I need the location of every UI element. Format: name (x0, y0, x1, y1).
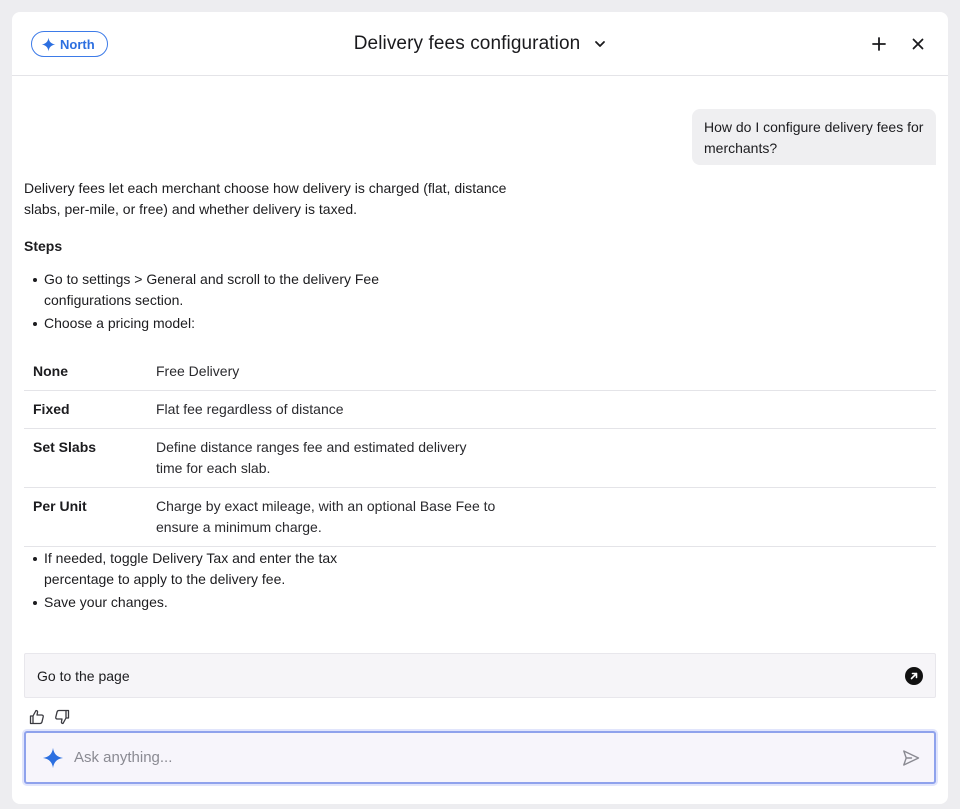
close-button[interactable] (908, 34, 928, 54)
assistant-intro-text: Delivery fees let each merchant choose h… (24, 180, 507, 217)
step-item: Save your changes. (32, 592, 392, 613)
assistant-panel: North Delivery fees configuration How do… (12, 12, 948, 804)
pricing-model-description: Flat fee regardless of distance (156, 401, 344, 417)
pricing-model-description: Charge by exact mileage, with an optiona… (156, 498, 496, 535)
brand-button[interactable]: North (31, 31, 108, 57)
step-item: Go to settings > General and scroll to t… (32, 269, 432, 311)
go-to-page-label: Go to the page (37, 667, 130, 684)
pricing-model-name: None (33, 363, 68, 379)
pricing-model-name: Set Slabs (33, 439, 97, 455)
thumbs-down-button[interactable] (54, 709, 70, 725)
ask-input[interactable] (74, 749, 900, 766)
pricing-model-description: Define distance ranges fee and estimated… (156, 439, 467, 476)
go-to-page-link[interactable]: Go to the page (24, 653, 936, 698)
conversation-title-dropdown[interactable]: Delivery fees configuration (354, 33, 607, 55)
plus-icon (872, 37, 886, 51)
send-button[interactable] (900, 747, 922, 769)
feedback-controls (29, 709, 70, 725)
step-item: If needed, toggle Delivery Tax and enter… (32, 548, 392, 590)
sparkle-icon (42, 747, 64, 768)
panel-header: North Delivery fees configuration (12, 12, 948, 76)
steps-list-after: If needed, toggle Delivery Tax and enter… (32, 548, 392, 615)
steps-heading: Steps (24, 238, 63, 254)
step-item: Choose a pricing model: (32, 313, 432, 334)
thumbs-up-icon (29, 709, 44, 725)
brand-label: North (60, 36, 95, 52)
close-icon (912, 38, 924, 50)
sparkle-icon (41, 37, 56, 51)
pricing-model-description: Free Delivery (156, 363, 240, 379)
thumbs-down-icon (55, 709, 70, 725)
conversation-title: Delivery fees configuration (353, 33, 581, 54)
table-row: None Free Delivery (24, 353, 936, 391)
pricing-model-name: Fixed (33, 401, 70, 417)
chevron-down-icon (595, 41, 606, 47)
table-row: Fixed Flat fee regardless of distance (24, 391, 936, 429)
pricing-model-name: Per Unit (33, 498, 87, 514)
thumbs-up-button[interactable] (29, 709, 45, 725)
table-row: Per Unit Charge by exact mileage, with a… (24, 488, 936, 547)
composer (24, 731, 936, 784)
table-row: Set Slabs Define distance ranges fee and… (24, 429, 936, 488)
pricing-model-table: None Free Delivery Fixed Flat fee regard… (24, 353, 936, 547)
new-chat-button[interactable] (869, 34, 889, 54)
title-area: Delivery fees configuration (12, 12, 948, 76)
user-message-bubble: How do I configure delivery fees for mer… (692, 109, 936, 165)
arrow-up-right-icon (905, 666, 923, 685)
steps-list-before: Go to settings > General and scroll to t… (32, 269, 432, 336)
send-icon (903, 749, 920, 766)
